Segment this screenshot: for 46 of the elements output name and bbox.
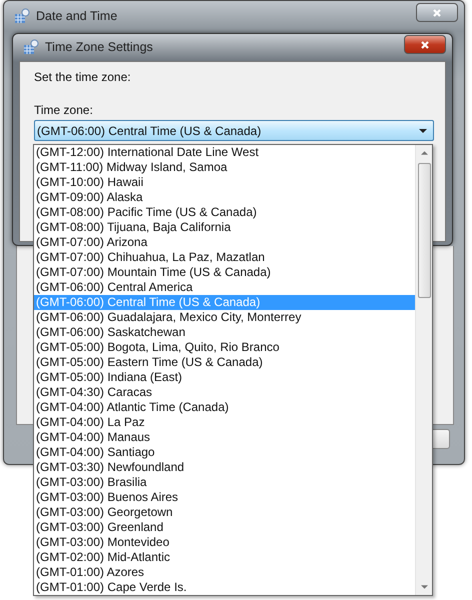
- list-item[interactable]: (GMT-03:00) Greenland: [34, 520, 415, 535]
- list-item[interactable]: (GMT-08:00) Pacific Time (US & Canada): [34, 205, 415, 220]
- list-item[interactable]: (GMT-11:00) Midway Island, Samoa: [34, 160, 415, 175]
- list-item[interactable]: (GMT-01:00) Cape Verde Is.: [34, 580, 415, 595]
- list-item[interactable]: (GMT-07:00) Chihuahua, La Paz, Mazatlan: [34, 250, 415, 265]
- up-arrow-icon: [420, 151, 428, 155]
- clock-grid-icon: [14, 8, 30, 24]
- list-item[interactable]: (GMT-04:00) Atlantic Time (Canada): [34, 400, 415, 415]
- close-icon: [432, 8, 442, 18]
- list-item[interactable]: (GMT-09:00) Alaska: [34, 190, 415, 205]
- list-item[interactable]: (GMT-05:00) Eastern Time (US & Canada): [34, 355, 415, 370]
- list-item[interactable]: (GMT-04:30) Caracas: [34, 385, 415, 400]
- list-item[interactable]: (GMT-02:00) Mid-Atlantic: [34, 550, 415, 565]
- close-button[interactable]: [416, 3, 458, 22]
- window-title: Date and Time: [36, 9, 118, 23]
- list-item[interactable]: (GMT-06:00) Guadalajara, Mexico City, Monterrey: [34, 310, 415, 325]
- scrollbar[interactable]: [415, 145, 432, 595]
- list-item[interactable]: (GMT-05:00) Bogota, Lima, Quito, Rio Branco: [34, 340, 415, 355]
- list-item[interactable]: (GMT-10:00) Hawaii: [34, 175, 415, 190]
- list-item[interactable]: (GMT-03:00) Buenos Aires: [34, 490, 415, 505]
- list-item[interactable]: (GMT-04:00) Manaus: [34, 430, 415, 445]
- list-item[interactable]: (GMT-04:00) Santiago: [34, 445, 415, 460]
- list-item[interactable]: (GMT-06:00) Central America: [34, 280, 415, 295]
- list-item[interactable]: (GMT-12:00) International Date Line West: [34, 145, 415, 160]
- caret-icon: [419, 128, 427, 132]
- list-item[interactable]: (GMT-08:00) Tijuana, Baja California: [34, 220, 415, 235]
- list-item[interactable]: (GMT-01:00) Azores: [34, 565, 415, 580]
- list-item[interactable]: (GMT-03:30) Newfoundland: [34, 460, 415, 475]
- scrollbar-thumb[interactable]: [418, 163, 430, 298]
- close-icon: [420, 40, 430, 50]
- field-label: Time zone:: [34, 103, 93, 117]
- list-item[interactable]: (GMT-03:00) Georgetown: [34, 505, 415, 520]
- close-button[interactable]: [404, 35, 446, 54]
- down-arrow-icon: [420, 585, 428, 589]
- list-item[interactable]: (GMT-07:00) Mountain Time (US & Canada): [34, 265, 415, 280]
- instruction-text: Set the time zone:: [34, 70, 131, 84]
- list-item[interactable]: (GMT-03:00) Montevideo: [34, 535, 415, 550]
- list-item[interactable]: (GMT-05:00) Indiana (East): [34, 370, 415, 385]
- dialog-title: Time Zone Settings: [45, 40, 154, 54]
- list-item[interactable]: (GMT-04:00) La Paz: [34, 415, 415, 430]
- clock-grid-icon: [23, 39, 39, 55]
- list-item[interactable]: (GMT-07:00) Arizona: [34, 235, 415, 250]
- dropdown-value: (GMT-06:00) Central Time (US & Canada): [37, 124, 262, 138]
- list-item[interactable]: (GMT-06:00) Saskatchewan: [34, 325, 415, 340]
- list-item[interactable]: (GMT-03:00) Brasilia: [34, 475, 415, 490]
- time-zone-dropdown[interactable]: (GMT-06:00) Central Time (US & Canada): [34, 120, 434, 141]
